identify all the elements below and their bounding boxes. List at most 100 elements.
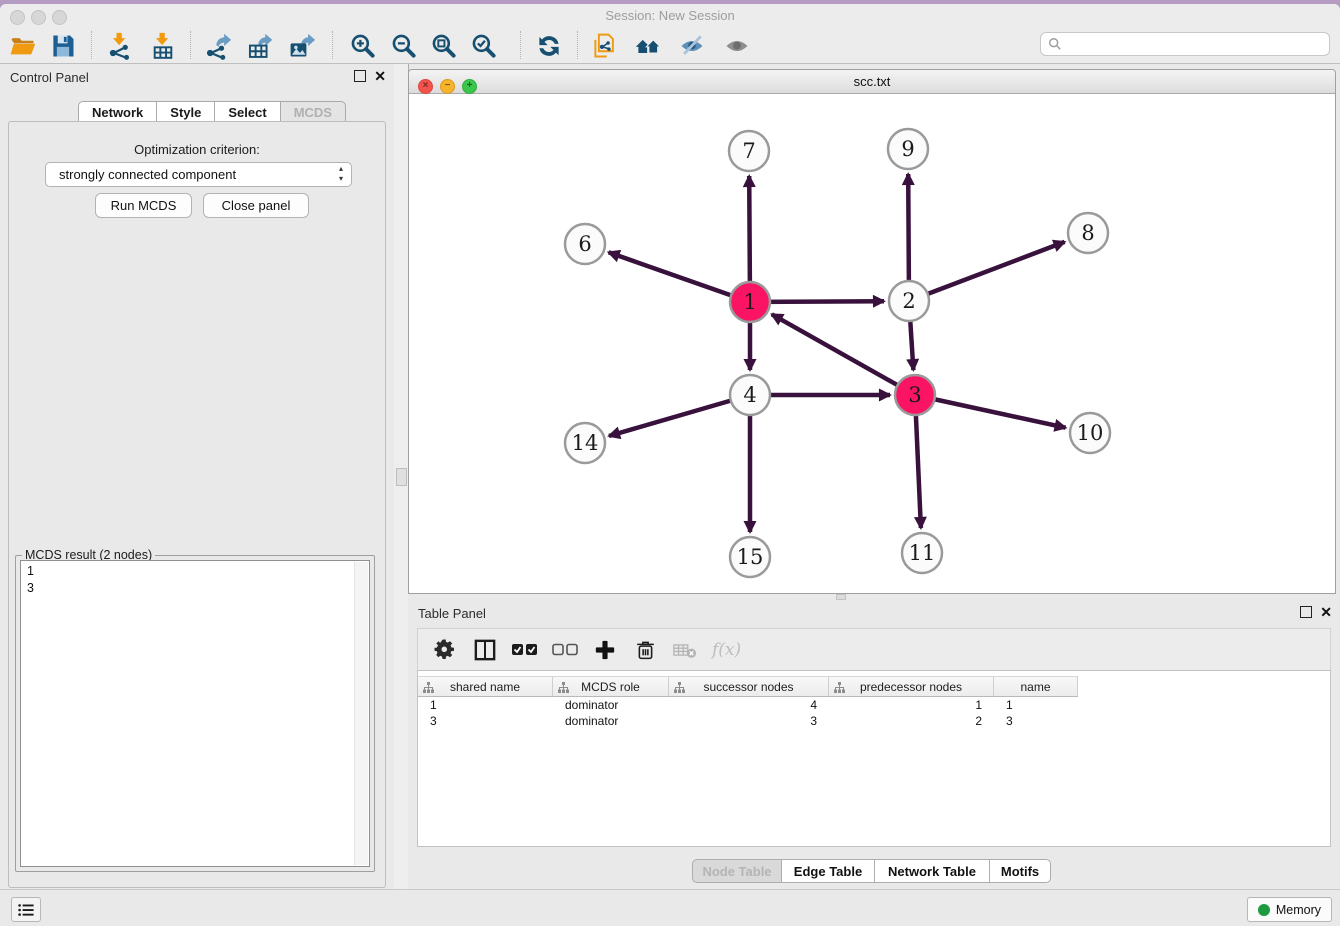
control-panel-title: Control Panel (10, 70, 89, 85)
window-title: Session: New Session (0, 8, 1340, 23)
table-cell[interactable]: 1 (829, 697, 994, 713)
graph-node-label-4: 4 (743, 383, 756, 407)
graph-node-label-14: 14 (572, 431, 599, 455)
memory-status-icon (1258, 904, 1270, 916)
memory-button[interactable]: Memory (1247, 897, 1332, 922)
graph-node-label-9: 9 (901, 137, 914, 161)
select-chevrons-icon: ▴▾ (339, 164, 343, 184)
edge-3-10[interactable] (915, 395, 1066, 428)
edge-3-1[interactable] (772, 314, 915, 395)
graph-node-label-7: 7 (742, 139, 755, 163)
table-toolbar: f(x) (417, 628, 1331, 671)
graph-node-label-6: 6 (578, 232, 591, 256)
clone-network-icon[interactable] (588, 30, 622, 62)
tab-motifs[interactable]: Motifs (990, 859, 1051, 883)
network-canvas-svg[interactable]: 1234678910111415 (409, 93, 1335, 593)
table-cell[interactable]: 1 (418, 697, 553, 713)
optimization-criterion-select[interactable]: strongly connected component ▴▾ (45, 162, 352, 187)
control-panel: Control Panel ✕ NetworkStyleSelectMCDS O… (0, 64, 394, 890)
mcds-result-item: 1 (21, 563, 369, 580)
mcds-result-list[interactable]: 13 (20, 560, 370, 867)
table-panel: Table Panel ✕ f(x) shared (408, 600, 1340, 890)
graph-node-label-10: 10 (1077, 421, 1104, 445)
column-header-successor-nodes[interactable]: successor nodes (669, 676, 829, 697)
delete-columns-icon[interactable] (632, 637, 658, 663)
import-table-icon[interactable] (146, 30, 180, 62)
table-cell[interactable]: 4 (669, 697, 829, 713)
export-table-icon[interactable] (243, 30, 277, 62)
float-panel-icon[interactable] (354, 70, 366, 82)
show-all-icon[interactable] (720, 30, 754, 62)
graph-node-label-3: 3 (908, 383, 921, 407)
table-cell[interactable]: 1 (994, 697, 1078, 713)
table-cell[interactable]: 2 (829, 713, 994, 729)
table-cell[interactable]: 3 (994, 713, 1078, 729)
search-input[interactable] (1040, 32, 1330, 56)
open-session-icon[interactable] (6, 30, 40, 62)
graph-node-label-11: 11 (909, 541, 936, 565)
float-table-panel-icon[interactable] (1300, 606, 1312, 618)
column-header-name[interactable]: name (994, 676, 1078, 697)
tab-node-table[interactable]: Node Table (692, 859, 782, 883)
zoom-in-icon[interactable] (346, 30, 380, 62)
select-all-columns-icon[interactable] (512, 637, 538, 663)
vertical-splitter[interactable] (394, 64, 409, 890)
tab-edge-table[interactable]: Edge Table (782, 859, 875, 883)
tab-network-table[interactable]: Network Table (875, 859, 990, 883)
table-cell[interactable]: 3 (669, 713, 829, 729)
table-row[interactable]: 1dominator411 (418, 697, 1330, 713)
app-window: Session: New Session (0, 4, 1340, 926)
hide-selected-icon[interactable] (675, 30, 709, 62)
column-header-MCDS-role[interactable]: MCDS role (553, 676, 669, 697)
status-bar: Memory (0, 889, 1340, 926)
window-titlebar: Session: New Session (0, 4, 1340, 28)
create-column-icon[interactable] (592, 637, 618, 663)
memory-label: Memory (1276, 903, 1321, 917)
table-row[interactable]: 3dominator323 (418, 713, 1330, 729)
edge-1-6[interactable] (609, 252, 750, 302)
table-options-icon[interactable] (432, 637, 458, 663)
unselect-all-columns-icon[interactable] (552, 637, 578, 663)
task-history-button[interactable] (11, 897, 41, 922)
graph-node-label-1: 1 (743, 290, 756, 314)
graph-node-label-2: 2 (902, 289, 915, 313)
first-neighbors-icon[interactable] (631, 30, 665, 62)
search-icon (1048, 37, 1062, 51)
main-toolbar (0, 28, 1340, 64)
close-panel-button[interactable]: Close panel (203, 193, 309, 218)
table-body: 1dominator4113dominator323 (418, 697, 1330, 729)
mcds-result-item: 3 (21, 580, 369, 597)
show-columns-icon[interactable] (472, 637, 498, 663)
list-icon (18, 903, 34, 917)
save-session-icon[interactable] (46, 30, 80, 62)
zoom-selected-icon[interactable] (467, 30, 501, 62)
function-builder-icon: f(x) (712, 640, 741, 660)
table-cell[interactable]: 3 (418, 713, 553, 729)
vertical-splitter-handle[interactable] (396, 468, 407, 486)
delete-table-icon (672, 637, 698, 663)
network-view-window: ×−+ scc.txt 1234678910111415 (408, 69, 1336, 594)
network-view-title: scc.txt (409, 74, 1335, 89)
table-header-row: shared nameMCDS rolesuccessor nodesprede… (418, 676, 1078, 697)
run-mcds-button[interactable]: Run MCDS (95, 193, 192, 218)
zoom-fit-icon[interactable] (427, 30, 461, 62)
edge-4-14[interactable] (609, 395, 750, 436)
column-header-shared-name[interactable]: shared name (418, 676, 553, 697)
table-cell[interactable]: dominator (553, 713, 669, 729)
optimization-criterion-value: strongly connected component (59, 167, 236, 182)
mcds-panel: Optimization criterion: strongly connect… (8, 121, 386, 888)
close-panel-icon[interactable]: ✕ (374, 71, 386, 81)
result-scrollbar[interactable] (354, 562, 368, 865)
table-tabs: Node TableEdge TableNetwork TableMotifs (692, 859, 1051, 883)
graph-node-label-15: 15 (737, 545, 764, 569)
export-image-icon[interactable] (285, 30, 319, 62)
node-table: shared nameMCDS rolesuccessor nodesprede… (417, 670, 1331, 847)
close-table-panel-icon[interactable]: ✕ (1320, 607, 1332, 617)
export-network-icon[interactable] (201, 30, 235, 62)
edge-2-8[interactable] (909, 242, 1065, 301)
apply-layout-icon[interactable] (532, 30, 566, 62)
column-header-predecessor-nodes[interactable]: predecessor nodes (829, 676, 994, 697)
import-network-icon[interactable] (103, 30, 137, 62)
table-cell[interactable]: dominator (553, 697, 669, 713)
zoom-out-icon[interactable] (387, 30, 421, 62)
